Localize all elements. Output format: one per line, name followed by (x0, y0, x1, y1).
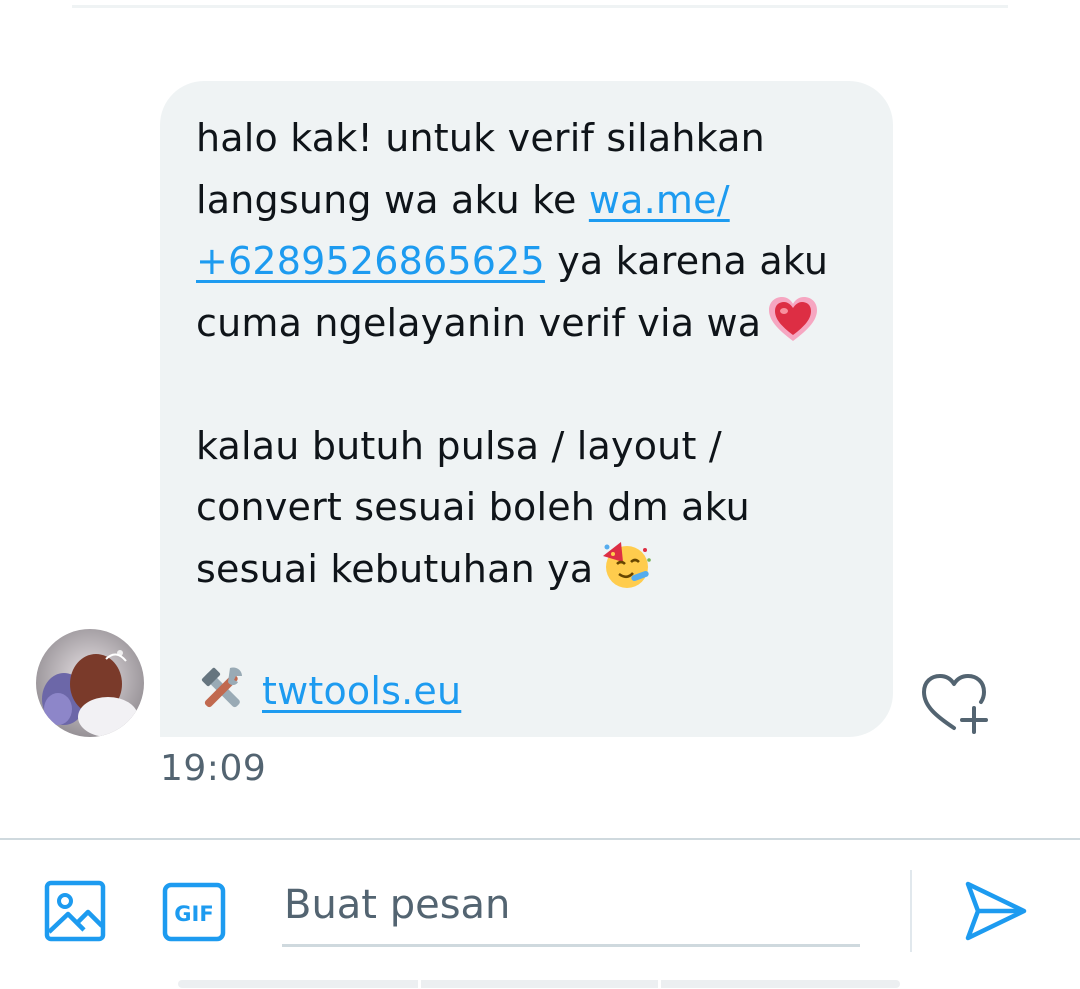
composer-separator (910, 870, 912, 952)
message-timestamp: 19:09 (160, 748, 267, 789)
message-line: kalau butuh pulsa / layout / (196, 416, 873, 478)
input-underline (282, 944, 860, 947)
top-divider (72, 5, 1008, 8)
message-text: langsung wa aku ke (196, 177, 589, 222)
gif-label: GIF (174, 902, 213, 926)
message-text: sesuai kebutuhan ya (196, 546, 594, 591)
bottom-scroll-indicator (178, 980, 900, 988)
message-bubble[interactable]: halo kak! untuk verif silahkan langsung … (160, 81, 893, 737)
twtools-link[interactable]: twtools.eu (262, 669, 461, 713)
add-reaction-button[interactable] (918, 670, 994, 736)
heart-plus-icon (922, 674, 988, 734)
message-text: halo kak! untuk verif silahkan (196, 116, 765, 160)
avatar[interactable] (36, 629, 144, 737)
send-icon (965, 881, 1027, 941)
message-text: cuma ngelayanin verif via wa (196, 300, 762, 345)
composer-divider (0, 838, 1080, 840)
partying-face-emoji (599, 540, 653, 609)
message-line: convert sesuai boleh dm aku (196, 477, 873, 539)
wa-link-number[interactable]: +6289526865625 (196, 239, 545, 283)
message-line: twtools.eu (196, 661, 873, 723)
message-line: +6289526865625 ya karena aku (196, 231, 873, 293)
add-photo-button[interactable] (44, 880, 106, 942)
message-line: sesuai kebutuhan ya (196, 539, 873, 601)
hammer-and-wrench-emoji (196, 664, 250, 733)
message-text: kalau butuh pulsa / layout / (196, 423, 722, 468)
gif-icon: GIF (162, 882, 226, 942)
add-gif-button[interactable]: GIF (162, 882, 226, 942)
message-line: langsung wa aku ke wa.me/ (196, 170, 873, 232)
message-line: halo kak! untuk verif silahkan (196, 108, 873, 170)
message-text: ya karena aku (544, 239, 829, 283)
send-button[interactable] (962, 878, 1028, 944)
wa-link[interactable]: wa.me/ (589, 178, 730, 222)
message-line: cuma ngelayanin verif via wa (196, 293, 873, 355)
message-text: convert sesuai boleh dm aku (196, 485, 750, 529)
image-icon (44, 880, 106, 942)
beating-heart-emoji (767, 296, 819, 363)
message-input[interactable] (282, 870, 860, 940)
